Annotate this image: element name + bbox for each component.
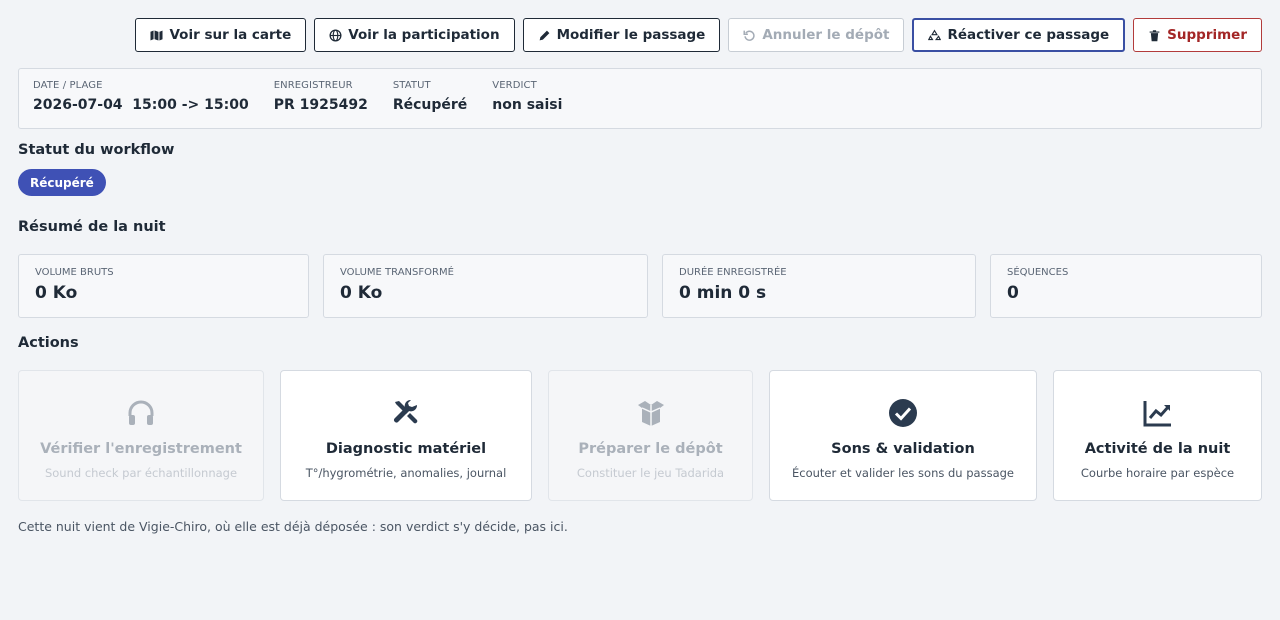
view-map-button[interactable]: Voir sur la carte [135, 18, 307, 52]
view-participation-button[interactable]: Voir la participation [314, 18, 515, 52]
stat-value: 0 [1007, 283, 1019, 303]
card-title: Préparer le dépôt [578, 441, 723, 457]
headphones-icon [128, 400, 154, 425]
box-open-icon [637, 401, 664, 426]
prepare-deposit-card[interactable]: Préparer le dépôt Constituer le jeu Tada… [548, 370, 753, 501]
reactivate-passage-button[interactable]: Réactiver ce passage [912, 18, 1126, 52]
workflow-status-badge: Récupéré [18, 169, 106, 196]
stat-recorded-duration: Durée enregistrée 0 min 0 s [662, 254, 976, 318]
map-icon [150, 28, 164, 42]
card-subtitle: Écouter et valider les sons du passage [792, 466, 1014, 480]
card-title: Vérifier l'enregistrement [40, 441, 242, 457]
check-circle-icon [889, 399, 917, 427]
tools-icon [394, 399, 418, 424]
chart-line-icon [1143, 401, 1171, 427]
verdict-label: Verdict [492, 80, 537, 91]
cancel-deposit-label: Annuler le dépôt [762, 27, 890, 43]
card-title: Activité de la nuit [1084, 441, 1231, 457]
recorder-label: Enregistreur [273, 80, 353, 91]
recorder-field: Enregistreur PR 1925492 [274, 80, 368, 128]
night-activity-card[interactable]: Activité de la nuit Courbe horaire par e… [1053, 370, 1262, 501]
pencil-icon [539, 30, 549, 40]
verify-recording-card[interactable]: Vérifier l'enregistrement Sound check pa… [18, 370, 264, 501]
card-subtitle: Sound check par échantillonnage [44, 466, 238, 480]
stat-sequences: Séquences 0 [990, 254, 1262, 318]
cancel-deposit-button[interactable]: Annuler le dépôt [728, 18, 905, 52]
card-title: Sons & validation [831, 441, 975, 457]
status-field: Statut Récupéré [393, 80, 467, 128]
stat-value: 0 min 0 s [679, 283, 767, 303]
stat-label: Volume bruts [35, 267, 114, 278]
stat-value: 0 Ko [340, 283, 383, 303]
recorder-value: PR 1925492 [273, 97, 368, 113]
stat-label: Séquences [1007, 267, 1069, 278]
stat-label: Volume transformé [340, 267, 454, 278]
actions-heading: Actions [18, 335, 79, 351]
stat-value: 0 Ko [35, 283, 78, 303]
sounds-validation-card[interactable]: Sons & validation Écouter et valider les… [769, 370, 1037, 501]
delete-label: Supprimer [1167, 27, 1247, 43]
stat-label: Durée enregistrée [679, 267, 787, 278]
passage-info-panel: Date / plage 2026-07-04 15:00 -> 15:00 E… [18, 68, 1262, 129]
date-label: Date / plage [33, 80, 103, 91]
undo-icon [743, 30, 755, 41]
verdict-field: Verdict non saisi [492, 80, 562, 128]
card-subtitle: Courbe horaire par espèce [1080, 466, 1235, 480]
summary-heading: Résumé de la nuit [18, 219, 166, 235]
trash-icon [1149, 29, 1160, 41]
view-participation-label: Voir la participation [348, 27, 500, 43]
source-note: Cette nuit vient de Vigie-Chiro, où elle… [18, 519, 568, 534]
toolbar: Voir sur la carte Voir la participation … [135, 18, 1262, 52]
date-field: Date / plage 2026-07-04 15:00 -> 15:00 [33, 80, 249, 128]
delete-button[interactable]: Supprimer [1133, 18, 1262, 52]
card-title: Diagnostic matériel [325, 441, 487, 457]
verdict-value: non saisi [492, 97, 563, 113]
status-value: Récupéré [392, 97, 468, 113]
globe-icon [329, 28, 342, 42]
stat-transformed-volume: Volume transformé 0 Ko [323, 254, 648, 318]
edit-passage-button[interactable]: Modifier le passage [522, 18, 721, 52]
recycle-icon [928, 29, 942, 40]
card-subtitle: Constituer le jeu Tadarida [576, 466, 725, 480]
card-subtitle: T°/hygrométrie, anomalies, journal [305, 466, 507, 480]
view-map-label: Voir sur la carte [169, 27, 292, 43]
stat-raw-volume: Volume bruts 0 Ko [18, 254, 309, 318]
reactivate-passage-label: Réactiver ce passage [947, 27, 1110, 43]
status-label: Statut [392, 80, 431, 91]
date-value: 2026-07-04 15:00 -> 15:00 [33, 97, 249, 113]
edit-passage-label: Modifier le passage [556, 27, 706, 43]
workflow-heading: Statut du workflow [18, 142, 175, 158]
hardware-diagnostic-card[interactable]: Diagnostic matériel T°/hygrométrie, anom… [280, 370, 532, 501]
